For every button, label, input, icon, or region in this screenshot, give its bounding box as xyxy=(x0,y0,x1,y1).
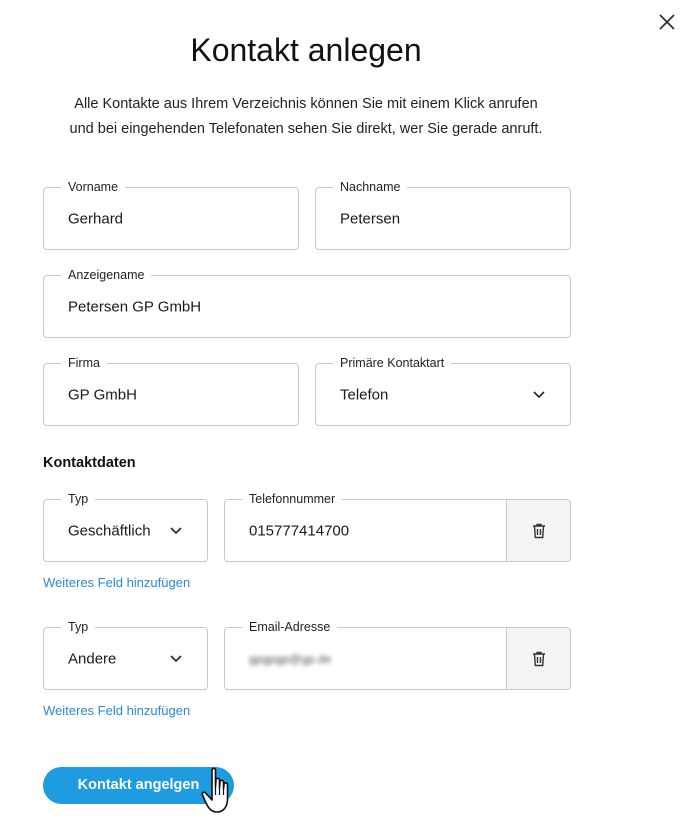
display-name-label: Anzeigename xyxy=(61,268,152,282)
close-icon xyxy=(659,14,675,30)
trash-icon xyxy=(532,651,545,666)
phone-number-value: 015777414700 xyxy=(249,522,350,539)
email-address-label: Email-Adresse xyxy=(242,620,338,634)
dialog-title: Kontakt anlegen xyxy=(190,32,422,68)
email-type-label: Typ xyxy=(61,620,96,634)
delete-phone-button[interactable] xyxy=(507,499,571,562)
subtitle-line-1: Alle Kontakte aus Ihrem Verzeichnis könn… xyxy=(74,96,538,112)
email-address-field[interactable]: Email-Adresse gpgpgp@gp.de xyxy=(224,620,507,690)
last-name-label: Nachname xyxy=(333,180,408,194)
company-value: GP GmbH xyxy=(68,386,137,403)
first-name-label: Vorname xyxy=(61,180,126,194)
email-type-select[interactable]: Typ Andere xyxy=(43,620,208,690)
chevron-down-icon xyxy=(170,526,182,534)
close-button[interactable] xyxy=(655,10,679,34)
email-address-value: gpgpgp@gp.de xyxy=(249,651,332,666)
display-name-field[interactable]: Anzeigename Petersen GP GmbH xyxy=(43,268,571,338)
last-name-value: Petersen xyxy=(340,210,401,227)
email-type-value: Andere xyxy=(68,650,117,667)
first-name-field[interactable]: Vorname Gerhard xyxy=(43,180,299,250)
add-email-field-link[interactable]: Weiteres Feld hinzufügen xyxy=(43,703,190,718)
first-name-value: Gerhard xyxy=(68,210,124,227)
contact-data-heading: Kontaktdaten xyxy=(43,455,136,471)
company-field[interactable]: Firma GP GmbH xyxy=(43,356,299,426)
hand-pointer-icon xyxy=(201,767,229,813)
phone-number-field[interactable]: Telefonnummer 015777414700 xyxy=(224,492,507,562)
last-name-field[interactable]: Nachname Petersen xyxy=(315,180,571,250)
contact-type-label: Primäre Kontaktart xyxy=(333,356,452,370)
trash-icon xyxy=(532,523,545,538)
subtitle-line-2: und bei eingehenden Telefonaten sehen Si… xyxy=(69,121,543,137)
dialog-subtitle: Alle Kontakte aus Ihrem Verzeichnis könn… xyxy=(30,92,582,142)
contact-type-value: Telefon xyxy=(340,386,389,403)
phone-type-value: Geschäftlich xyxy=(68,522,151,539)
contact-type-select[interactable]: Primäre Kontaktart Telefon xyxy=(315,356,571,426)
chevron-down-icon xyxy=(533,390,545,398)
chevron-down-icon xyxy=(170,654,182,662)
display-name-value: Petersen GP GmbH xyxy=(68,298,202,315)
phone-number-label: Telefonnummer xyxy=(242,492,343,506)
company-label: Firma xyxy=(61,356,107,370)
delete-email-button[interactable] xyxy=(507,627,571,690)
phone-type-select[interactable]: Typ Geschäftlich xyxy=(43,492,208,562)
add-phone-field-link[interactable]: Weiteres Feld hinzufügen xyxy=(43,575,190,590)
phone-type-label: Typ xyxy=(61,492,96,506)
